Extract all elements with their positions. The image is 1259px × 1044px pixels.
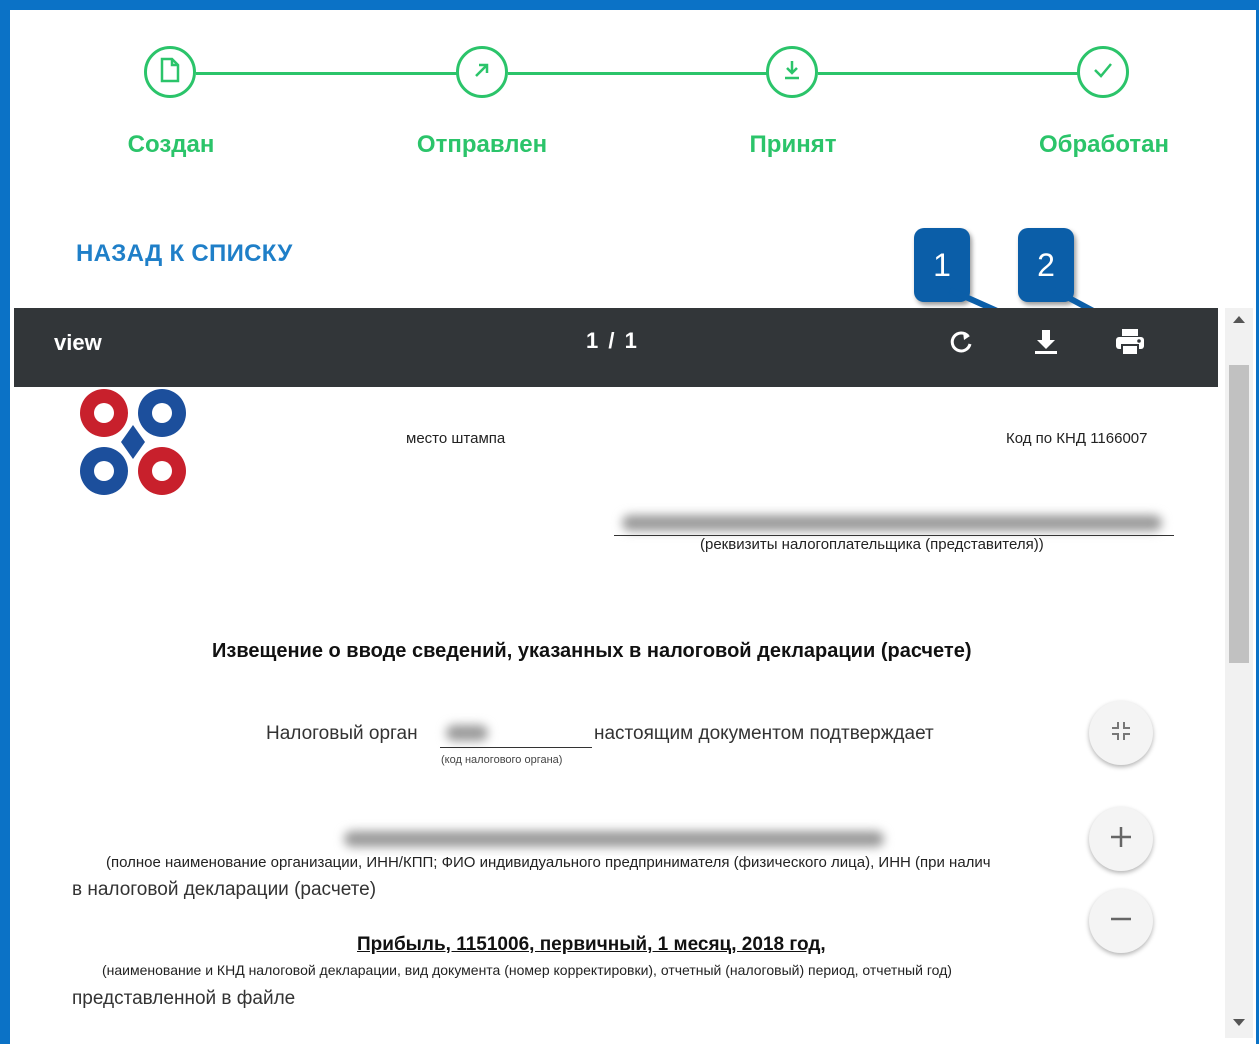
compress-icon [1109,719,1133,748]
rotate-button[interactable] [942,324,982,364]
stamp-place-label: место штампа [406,430,506,447]
rotate-icon [948,328,976,361]
tax-org-line [440,747,592,748]
declaration-value: Прибыль, 1151006, первичный, 1 месяц, 20… [357,934,826,955]
viewer-title: view [54,330,102,355]
tax-org-caption: (код налогового органа) [441,754,563,766]
document-heading: Извещение о вводе сведений, указанных в … [212,640,972,662]
download-button[interactable] [1026,324,1066,364]
in-declaration-text: в налоговой декларации (расчете) [72,879,377,900]
tax-org-prefix: Налоговый орган [266,723,418,744]
fns-logo [80,389,186,495]
print-button[interactable] [1110,324,1150,364]
organization-caption: (полное наименование организации, ИНН/КП… [106,854,991,871]
submitted-in-file-text: представленной в файле [72,988,296,1009]
redacted-organization [344,831,884,847]
zoom-in-button[interactable] [1089,807,1153,871]
minus-icon [1109,907,1133,936]
download-icon [1033,328,1059,361]
requisites-caption: (реквизиты налогоплательщика (представит… [700,536,1044,553]
declaration-caption: (наименование и КНД налоговой декларации… [102,962,952,978]
print-icon [1114,327,1146,362]
pdf-viewer-toolbar: view 1 / 1 [14,308,1218,387]
zoom-out-button[interactable] [1089,889,1153,953]
scrollbar-thumb[interactable] [1229,365,1249,663]
tax-org-suffix: настоящим документом подтверждает [594,723,934,744]
document-page: место штампа Код по КНД 1166007 (реквизи… [22,387,1214,1044]
knd-code-label: Код по КНД 1166007 [1006,430,1148,447]
redacted-requisites [622,515,1162,531]
fit-page-button[interactable] [1089,701,1153,765]
page-counter: 1 / 1 [586,328,639,353]
plus-icon [1109,825,1133,854]
redacted-tax-org-code [446,725,488,741]
